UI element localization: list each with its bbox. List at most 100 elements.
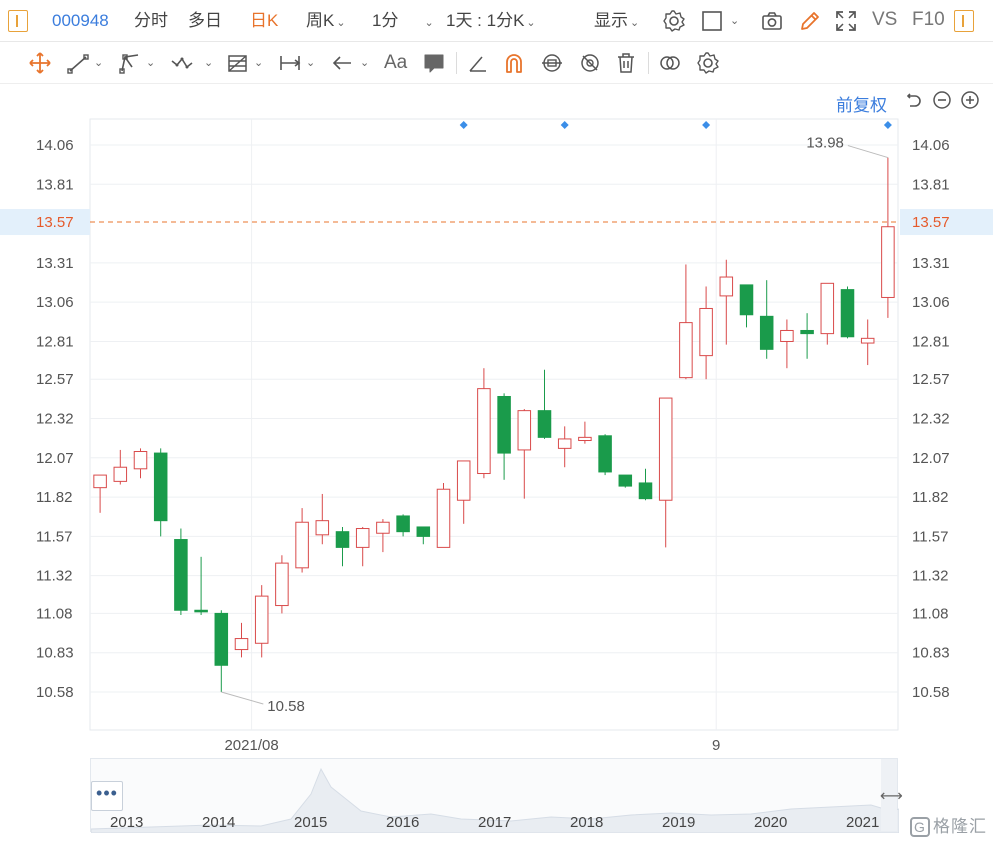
hide-drawing-icon[interactable] bbox=[578, 51, 602, 75]
y-tick-label: 12.07 bbox=[36, 450, 74, 467]
candle-body-down bbox=[497, 395, 511, 454]
navigator-year-label: 2018 bbox=[570, 814, 604, 831]
settings-icon[interactable] bbox=[662, 9, 686, 33]
navigator-year-label: 2014 bbox=[202, 814, 236, 831]
navigator-year-label: 2017 bbox=[478, 814, 512, 831]
arrow-left-icon[interactable] bbox=[330, 51, 354, 75]
candle bbox=[174, 528, 188, 615]
tab-timeshare[interactable]: 分时 bbox=[134, 10, 168, 32]
navigator-year-label: 2013 bbox=[110, 814, 144, 831]
watermark-text: 格隆汇 bbox=[933, 817, 987, 836]
zoom-in-icon[interactable] bbox=[960, 90, 980, 110]
navigator-year-label: 2016 bbox=[386, 814, 420, 831]
divider bbox=[456, 52, 457, 74]
candle-body-up bbox=[860, 337, 875, 344]
y-tick-label: 13.81 bbox=[912, 176, 950, 193]
candle-body-up bbox=[881, 226, 895, 298]
navigator-year-label: 2015 bbox=[294, 814, 328, 831]
candle-body-up bbox=[436, 488, 451, 548]
pencil-icon[interactable] bbox=[798, 9, 822, 33]
move-icon[interactable] bbox=[28, 51, 52, 75]
y-tick-label: 11.08 bbox=[36, 605, 72, 622]
right-price-axis: 14.06 13.81 13.57 13.31 13.06 12.81 12.57 12.32… bbox=[900, 137, 993, 701]
square-icon[interactable] bbox=[700, 9, 724, 33]
fullscreen-icon[interactable] bbox=[834, 9, 858, 33]
period-combo[interactable]: 1天 : 1分K ⌄ bbox=[446, 10, 536, 34]
tab-weekly-k[interactable]: 周K ⌄ bbox=[306, 10, 346, 34]
trash-icon[interactable] bbox=[614, 51, 638, 75]
tab-1min[interactable]: 1分 ⌄ bbox=[372, 10, 434, 34]
chevron-down-icon[interactable]: ⌄ bbox=[360, 56, 369, 69]
candle bbox=[436, 482, 451, 548]
y-tick-label: 13.57 bbox=[912, 214, 950, 231]
y-tick-label: 11.32 bbox=[912, 568, 948, 585]
y-tick-label: 10.58 bbox=[912, 684, 950, 701]
chevron-down-icon[interactable]: ⌄ bbox=[306, 56, 315, 69]
x-tick-label: 2021/08 bbox=[224, 737, 278, 754]
y-tick-label: 11.57 bbox=[36, 528, 72, 545]
display-menu-label: 显示 bbox=[594, 11, 628, 30]
candle-body-up bbox=[355, 528, 370, 548]
navigator-year-label: 2019 bbox=[662, 814, 696, 831]
candle-body-up bbox=[315, 520, 330, 536]
fib-tool-icon[interactable] bbox=[226, 51, 250, 75]
text-tool-icon[interactable]: Aa bbox=[384, 52, 407, 74]
chevron-down-icon[interactable]: ⌄ bbox=[254, 56, 263, 69]
y-tick-label: 12.57 bbox=[36, 371, 74, 388]
chevron-down-icon[interactable]: ⌄ bbox=[146, 56, 155, 69]
candle-body-down bbox=[537, 410, 552, 438]
drawing-settings-icon[interactable] bbox=[696, 51, 720, 75]
navigator-years: 2013 2014 2015 2016 2017 2018 2019 2020 2021 bbox=[90, 814, 898, 834]
chevron-down-icon[interactable]: ⌄ bbox=[204, 56, 213, 69]
chevron-down-icon: ⌄ bbox=[424, 17, 434, 29]
lock-drawing-icon[interactable] bbox=[540, 51, 564, 75]
candle-body-up bbox=[254, 595, 269, 644]
display-menu[interactable]: 显示 ⌄ bbox=[594, 10, 639, 34]
left-price-axis: 14.06 13.81 13.57 13.31 13.06 12.81 12.57 12.32… bbox=[0, 137, 90, 701]
y-tick-label: 10.58 bbox=[36, 684, 74, 701]
candle-body-down bbox=[396, 515, 410, 533]
measure-tool-icon[interactable] bbox=[278, 51, 302, 75]
angle-tool-icon[interactable] bbox=[466, 51, 490, 75]
candlestick-chart[interactable]: 14.06 13.81 13.57 13.31 13.06 12.81 12.57 12.32… bbox=[0, 115, 993, 755]
candle-body-up bbox=[456, 460, 471, 501]
candle-body-up bbox=[780, 329, 794, 342]
chevron-down-icon: ⌄ bbox=[630, 17, 640, 29]
compare-icon[interactable] bbox=[658, 51, 682, 75]
tab-daily-k[interactable]: 日K bbox=[250, 10, 278, 32]
y-tick-label: 10.83 bbox=[36, 645, 74, 662]
y-tick-label: 13.06 bbox=[912, 294, 950, 311]
f10-button[interactable]: F10 bbox=[912, 9, 945, 31]
stock-code: 000948 bbox=[52, 11, 109, 30]
line-tool-icon[interactable] bbox=[66, 51, 90, 75]
candle-body-up bbox=[133, 451, 148, 470]
candle-body-down bbox=[214, 612, 229, 666]
candle-body-up bbox=[557, 438, 572, 449]
tab-multi-day[interactable]: 多日 bbox=[188, 10, 222, 32]
x-tick-label: 9 bbox=[712, 737, 720, 754]
resize-arrow-icon[interactable]: ⟷ bbox=[880, 786, 903, 806]
navigator-handle[interactable]: ••• bbox=[91, 781, 123, 811]
candle-body-up bbox=[719, 276, 734, 297]
candle-body-up bbox=[234, 638, 249, 651]
panel-toggle-icon[interactable] bbox=[954, 10, 974, 32]
y-tick-label: 12.81 bbox=[912, 333, 950, 350]
candle-body-up bbox=[295, 521, 309, 569]
adjust-mode-button[interactable]: 前复权 bbox=[836, 91, 887, 116]
undo-icon[interactable] bbox=[904, 90, 924, 110]
camera-icon[interactable] bbox=[760, 9, 784, 33]
comment-icon[interactable] bbox=[422, 51, 446, 75]
candle-body-down bbox=[335, 531, 350, 548]
zoom-out-icon[interactable] bbox=[932, 90, 952, 110]
candle-body-up bbox=[658, 397, 673, 501]
polyline-tool-icon[interactable] bbox=[118, 51, 142, 75]
chevron-down-icon: ⌄ bbox=[526, 17, 536, 29]
vs-button[interactable]: VS bbox=[872, 9, 897, 31]
divider bbox=[648, 52, 649, 74]
chevron-down-icon[interactable]: ⌄ bbox=[94, 56, 103, 69]
magnet-icon[interactable] bbox=[502, 51, 526, 75]
wave-tool-icon[interactable] bbox=[170, 51, 194, 75]
frame-icon[interactable] bbox=[8, 10, 28, 32]
chevron-down-icon[interactable]: ⌄ bbox=[728, 8, 739, 32]
tab-1min-label: 1分 bbox=[372, 11, 399, 30]
